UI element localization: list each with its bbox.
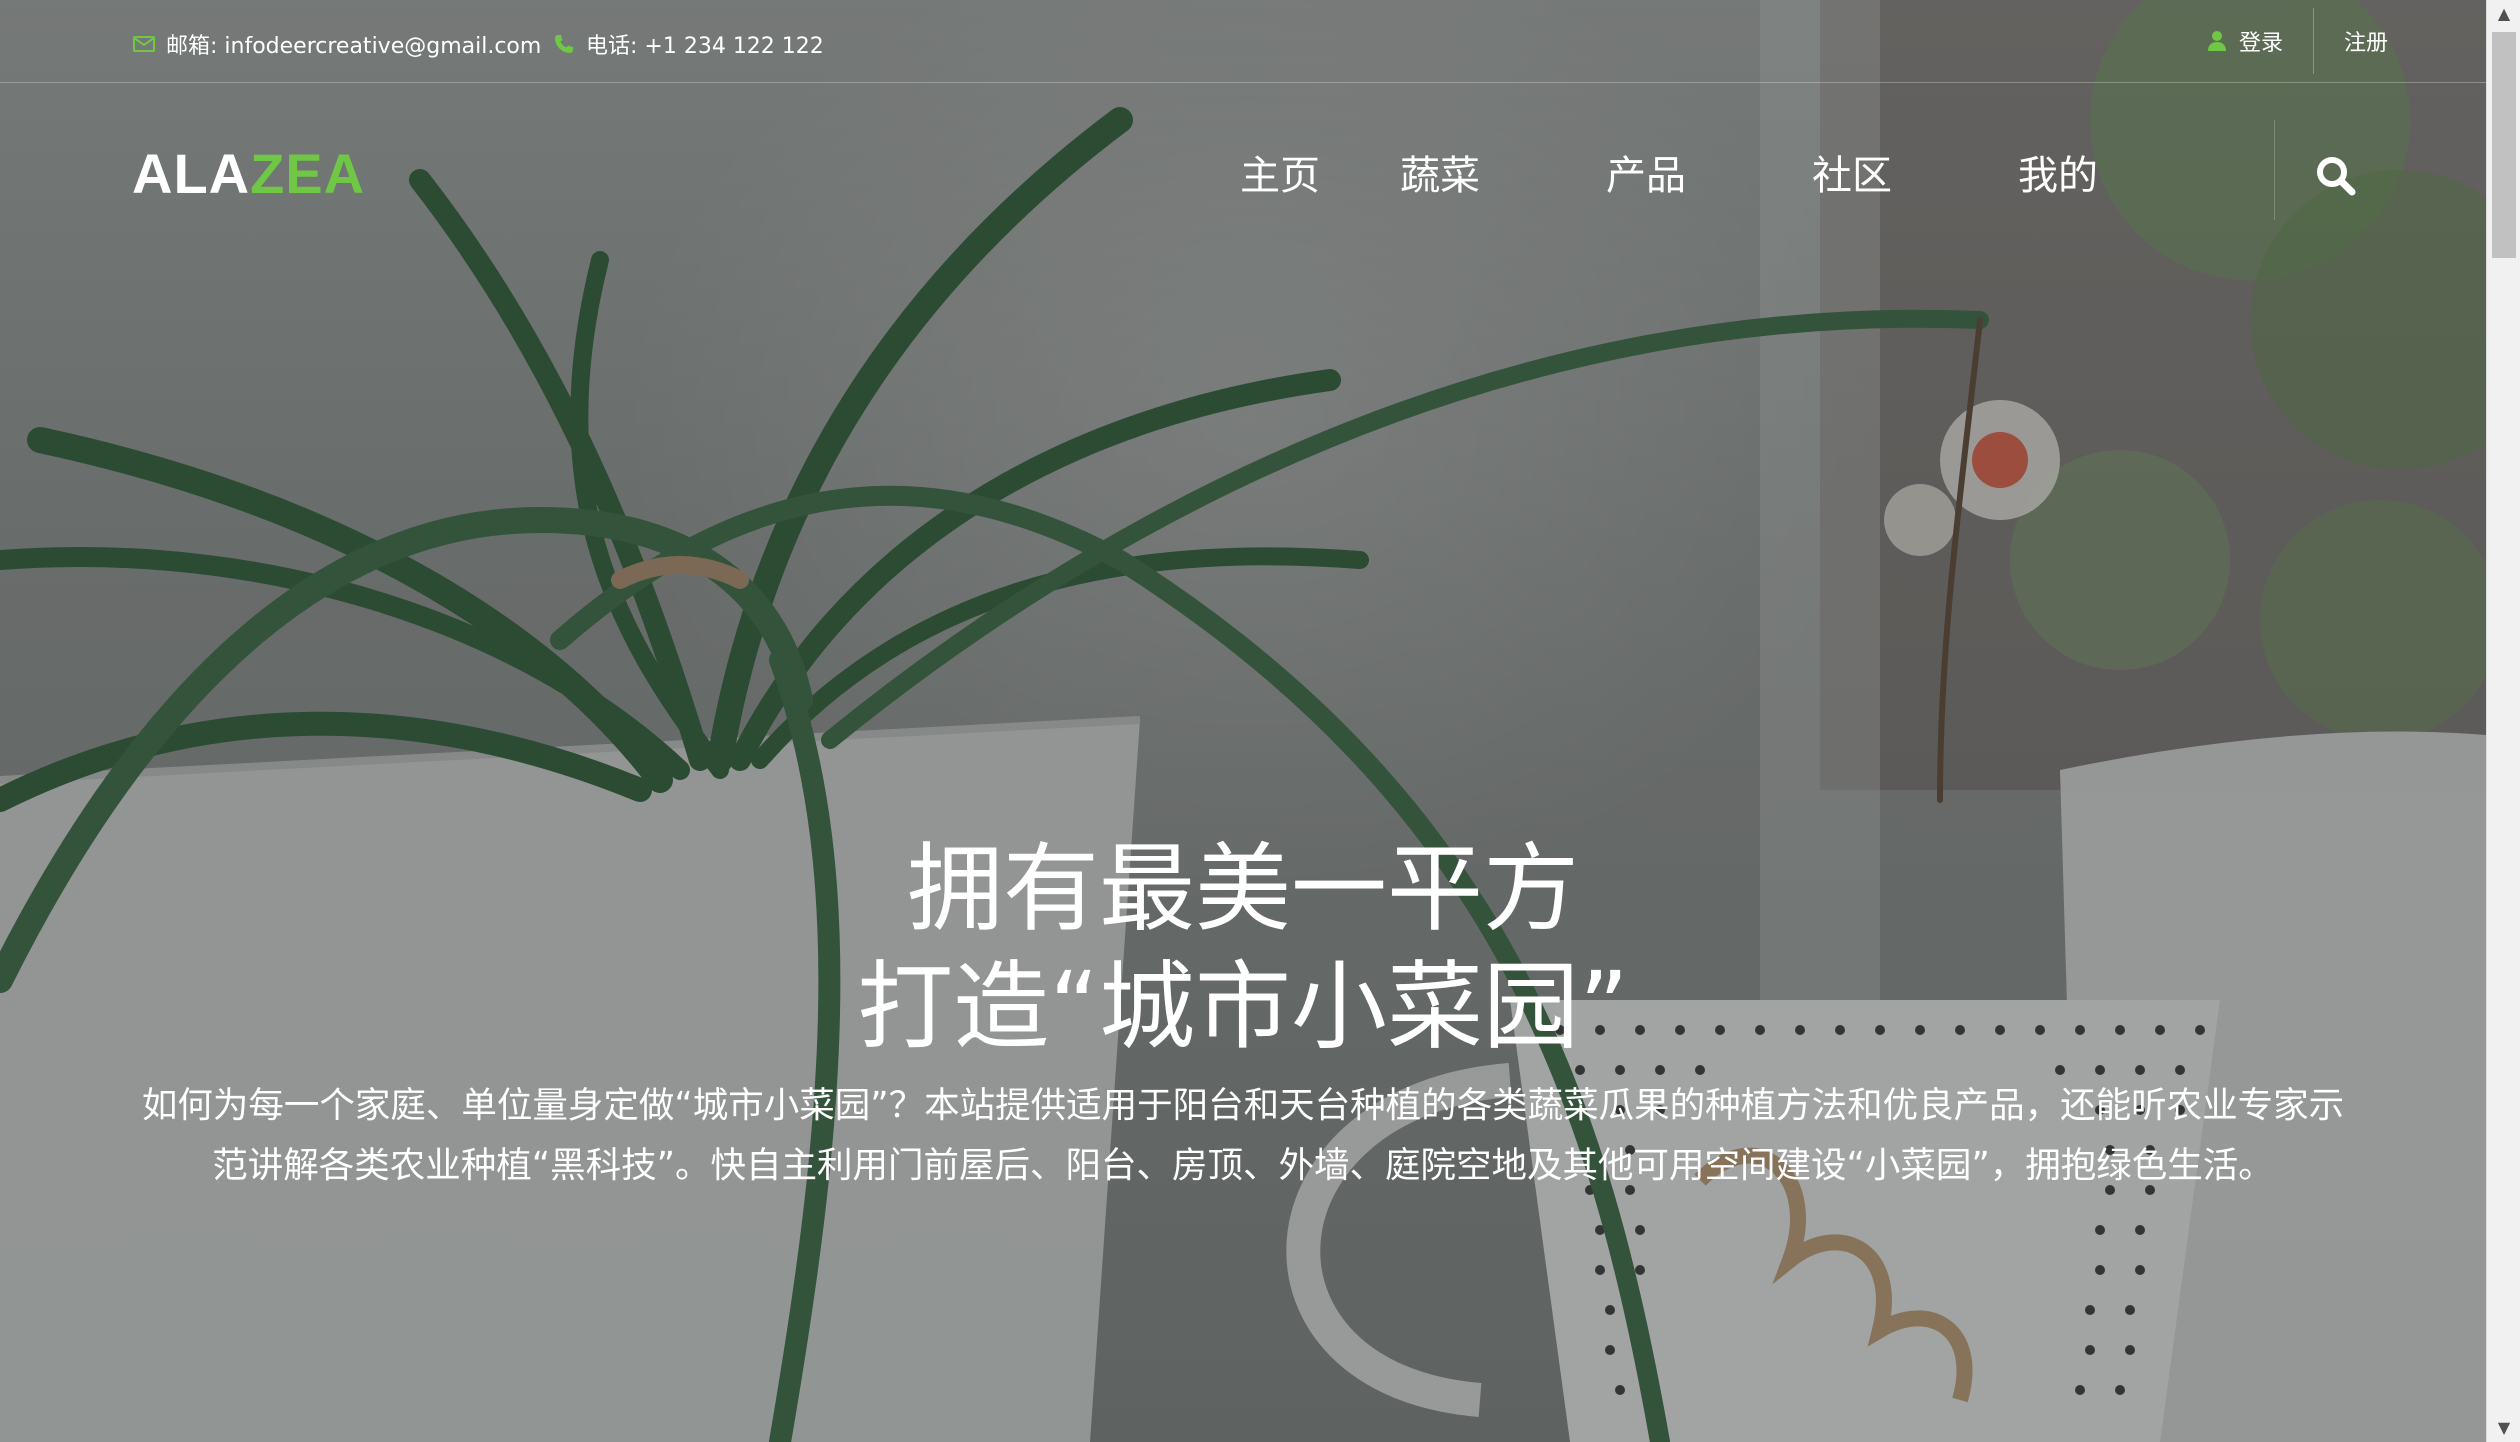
nav-divider: [2274, 120, 2275, 220]
account-links: 登录 注册: [2205, 0, 2388, 82]
phone-icon: [555, 35, 573, 53]
hero-dark-overlay: [0, 0, 2486, 1442]
search-button[interactable]: [2314, 154, 2358, 198]
envelope-icon: [133, 36, 155, 52]
email-text: 邮箱: infodeercreative@gmail.com: [166, 34, 542, 59]
phone-text: 电话: +1 234 122 122: [586, 34, 824, 59]
nav-item-vegetables[interactable]: 蔬菜: [1400, 146, 1480, 206]
hero-headline-line1: 拥有最美一平方: [907, 833, 1579, 945]
scroll-up-arrow-icon[interactable]: ▲: [2487, 0, 2520, 28]
logo-part-green: ZEA: [250, 142, 366, 205]
nav-item-products[interactable]: 产品: [1606, 146, 1686, 206]
scrollbar-thumb[interactable]: [2492, 32, 2516, 258]
hero-intro: 如何为每一个家庭、单位量身定做“城市小菜园”？本站提供适用于阳台和天台种植的各类…: [120, 1076, 2366, 1196]
nav-item-community[interactable]: 社区: [1812, 146, 1892, 206]
hero-intro-line1: 如何为每一个家庭、单位量身定做“城市小菜园”？本站提供适用于阳台和天台种植的各类…: [141, 1085, 2345, 1126]
vertical-scrollbar[interactable]: ▲ ▼: [2486, 0, 2520, 1442]
login-label: 登录: [2238, 31, 2283, 56]
user-icon: [2207, 31, 2226, 51]
top-bar: 邮箱: infodeercreative@gmail.com 电话: +1 23…: [0, 0, 2486, 83]
site-logo[interactable]: ALAZEA: [132, 144, 365, 204]
hero-headline-line2: 打造“城市小菜园”: [857, 951, 1629, 1063]
nav-item-mine[interactable]: 我的: [2018, 146, 2098, 206]
email-contact[interactable]: 邮箱: infodeercreative@gmail.com: [132, 28, 541, 60]
main-nav: 主页 蔬菜 产品 社区 我的: [1240, 146, 2098, 206]
login-link[interactable]: 登录: [2205, 25, 2313, 57]
search-icon: [2317, 157, 2356, 196]
nav-item-home[interactable]: 主页: [1240, 146, 1320, 206]
hero-intro-line2: 范讲解各类农业种植“黑科技”。快自主利用门前屋后、阳台、房顶、外墙、庭院空地及其…: [212, 1145, 2274, 1186]
phone-contact[interactable]: 电话: +1 234 122 122: [552, 28, 824, 60]
logo-part-white: ALA: [132, 142, 251, 205]
register-link[interactable]: 注册: [2314, 25, 2388, 57]
scroll-down-arrow-icon[interactable]: ▼: [2487, 1414, 2520, 1442]
